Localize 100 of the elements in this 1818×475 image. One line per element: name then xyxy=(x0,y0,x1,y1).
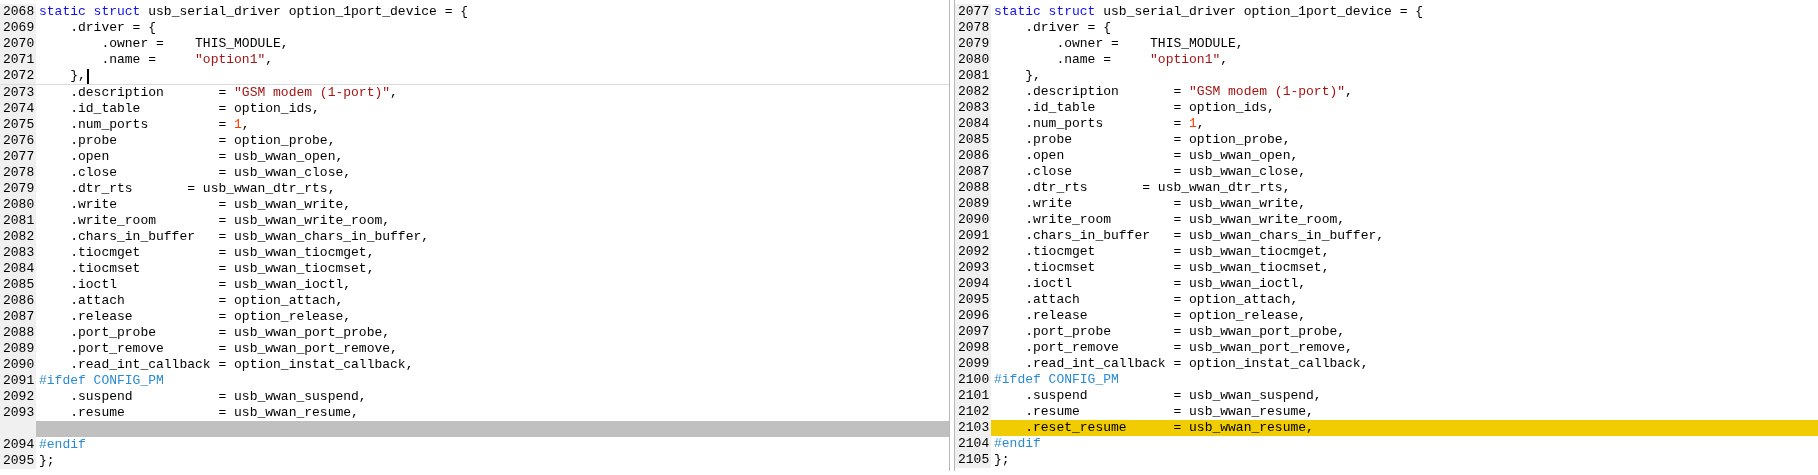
code-line: .release = option_release, xyxy=(1024,308,1307,324)
line-number: 2092 xyxy=(0,389,36,405)
line-number: 2080 xyxy=(0,197,36,213)
line-number: 2101 xyxy=(955,388,991,404)
line-number: 2082 xyxy=(955,84,991,100)
line-number: 2093 xyxy=(0,405,36,421)
code-line: .resume = usb_wwan_resume, xyxy=(1024,404,1314,420)
code-line: .port_probe = usb_wwan_port_probe, xyxy=(1024,324,1346,340)
line-number: 2087 xyxy=(955,164,991,180)
line-number: 2100 xyxy=(955,372,991,388)
code-line: }; xyxy=(39,453,55,469)
line-number: 2104 xyxy=(955,436,991,452)
line-number: 2080 xyxy=(955,52,991,68)
code-line: .dtr_rts = usb_wwan_dtr_rts, xyxy=(1024,180,1291,196)
code-line: .id_table = option_ids, xyxy=(1024,100,1275,116)
code-line: .probe = option_probe, xyxy=(69,133,336,149)
code-line: .write = usb_wwan_write, xyxy=(69,197,352,213)
code-line: .name = "option1", xyxy=(1055,52,1229,68)
line-number: 2088 xyxy=(0,325,36,341)
line-number: 2087 xyxy=(0,309,36,325)
code-line: #endif xyxy=(39,437,86,453)
line-number: 2097 xyxy=(955,324,991,340)
line-number: 2082 xyxy=(0,229,36,245)
code-line: .id_table = option_ids, xyxy=(69,101,320,117)
code-line: }, xyxy=(1024,68,1041,84)
line-number: 2098 xyxy=(955,340,991,356)
code-line: .write_room = usb_wwan_write_room, xyxy=(69,213,391,229)
code-line: .name = "option1", xyxy=(100,52,274,68)
code-line: .port_remove = usb_wwan_port_remove, xyxy=(1024,340,1353,356)
line-number: 2090 xyxy=(0,357,36,373)
code-line: .resume = usb_wwan_resume, xyxy=(69,405,359,421)
code-line: .owner = THIS_MODULE, xyxy=(100,36,289,52)
code-line: .close = usb_wwan_close, xyxy=(1024,164,1307,180)
line-number: 2093 xyxy=(955,260,991,276)
code-line: .tiocmget = usb_wwan_tiocmget, xyxy=(69,245,375,261)
code-line: .description = "GSM modem (1-port)", xyxy=(69,85,398,101)
code-line: .ioctl = usb_wwan_ioctl, xyxy=(1024,276,1307,292)
code-line: #ifdef CONFIG_PM xyxy=(39,373,164,389)
code-line: .suspend = usb_wwan_suspend, xyxy=(69,389,367,405)
line-number: 2077 xyxy=(955,4,991,20)
line-number: 2084 xyxy=(0,261,36,277)
code-line: }; xyxy=(994,452,1010,468)
line-number: 2077 xyxy=(0,149,36,165)
line-number: 2081 xyxy=(0,213,36,229)
line-number: 2069 xyxy=(0,20,36,36)
line-number: 2085 xyxy=(955,132,991,148)
line-number: 2071 xyxy=(0,52,36,68)
code-line: .tiocmset = usb_wwan_tiocmset, xyxy=(1024,260,1330,276)
code-line: .open = usb_wwan_open, xyxy=(1024,148,1299,164)
line-number: 2095 xyxy=(955,292,991,308)
line-number: 2086 xyxy=(0,293,36,309)
code-line: }, xyxy=(69,68,86,84)
code-line: .attach = option_attach, xyxy=(1024,292,1299,308)
code-line: .tiocmget = usb_wwan_tiocmget, xyxy=(1024,244,1330,260)
line-number: 2094 xyxy=(0,437,36,453)
code-line: .suspend = usb_wwan_suspend, xyxy=(1024,388,1322,404)
code-line: .owner = THIS_MODULE, xyxy=(1055,36,1244,52)
line-number: 2075 xyxy=(0,117,36,133)
code-line: .dtr_rts = usb_wwan_dtr_rts, xyxy=(69,181,336,197)
line-number: 2095 xyxy=(0,453,36,469)
code-line: #ifdef CONFIG_PM xyxy=(994,372,1119,388)
code-line: .chars_in_buffer = usb_wwan_chars_in_buffer, xyxy=(1024,228,1385,244)
line-number: 2078 xyxy=(955,20,991,36)
line-number: 2094 xyxy=(955,276,991,292)
line-number: 2091 xyxy=(0,373,36,389)
code-line: .probe = option_probe, xyxy=(1024,132,1291,148)
line-number: 2073 xyxy=(0,85,36,101)
code-line: .port_remove = usb_wwan_port_remove, xyxy=(69,341,398,357)
line-number: 2078 xyxy=(0,165,36,181)
line-number: 2083 xyxy=(0,245,36,261)
code-line: .reset_resume = usb_wwan_resume, xyxy=(1024,420,1314,436)
code-line: .close = usb_wwan_close, xyxy=(69,165,352,181)
line-number: 2068 xyxy=(0,4,36,20)
line-number: 2103 xyxy=(955,420,991,436)
code-line: .attach = option_attach, xyxy=(69,293,344,309)
line-number: 2079 xyxy=(0,181,36,197)
line-number: 2072 xyxy=(0,68,36,84)
code-line: .driver = { xyxy=(69,20,157,36)
line-number: 2096 xyxy=(955,308,991,324)
line-number: 2099 xyxy=(955,356,991,372)
line-number: 2070 xyxy=(0,36,36,52)
line-number: 2086 xyxy=(955,148,991,164)
line-number: 2076 xyxy=(0,133,36,149)
code-line: static struct usb_serial_driver option_1port_device = { xyxy=(994,4,1424,20)
code-line: .driver = { xyxy=(1024,20,1112,36)
line-number: 2092 xyxy=(955,244,991,260)
line-number: 2102 xyxy=(955,404,991,420)
code-line: .write = usb_wwan_write, xyxy=(1024,196,1307,212)
code-line: .open = usb_wwan_open, xyxy=(69,149,344,165)
line-number: 2081 xyxy=(955,68,991,84)
code-line: .ioctl = usb_wwan_ioctl, xyxy=(69,277,352,293)
code-line: .read_int_callback = option_instat_callback, xyxy=(1024,356,1369,372)
line-number: 2089 xyxy=(0,341,36,357)
line-number: 2089 xyxy=(955,196,991,212)
code-line: .tiocmset = usb_wwan_tiocmset, xyxy=(69,261,375,277)
line-number: 2085 xyxy=(0,277,36,293)
line-number: 2088 xyxy=(955,180,991,196)
line-number: 2090 xyxy=(955,212,991,228)
code-line: .chars_in_buffer = usb_wwan_chars_in_buffer, xyxy=(69,229,430,245)
code-line: .read_int_callback = option_instat_callback, xyxy=(69,357,414,373)
